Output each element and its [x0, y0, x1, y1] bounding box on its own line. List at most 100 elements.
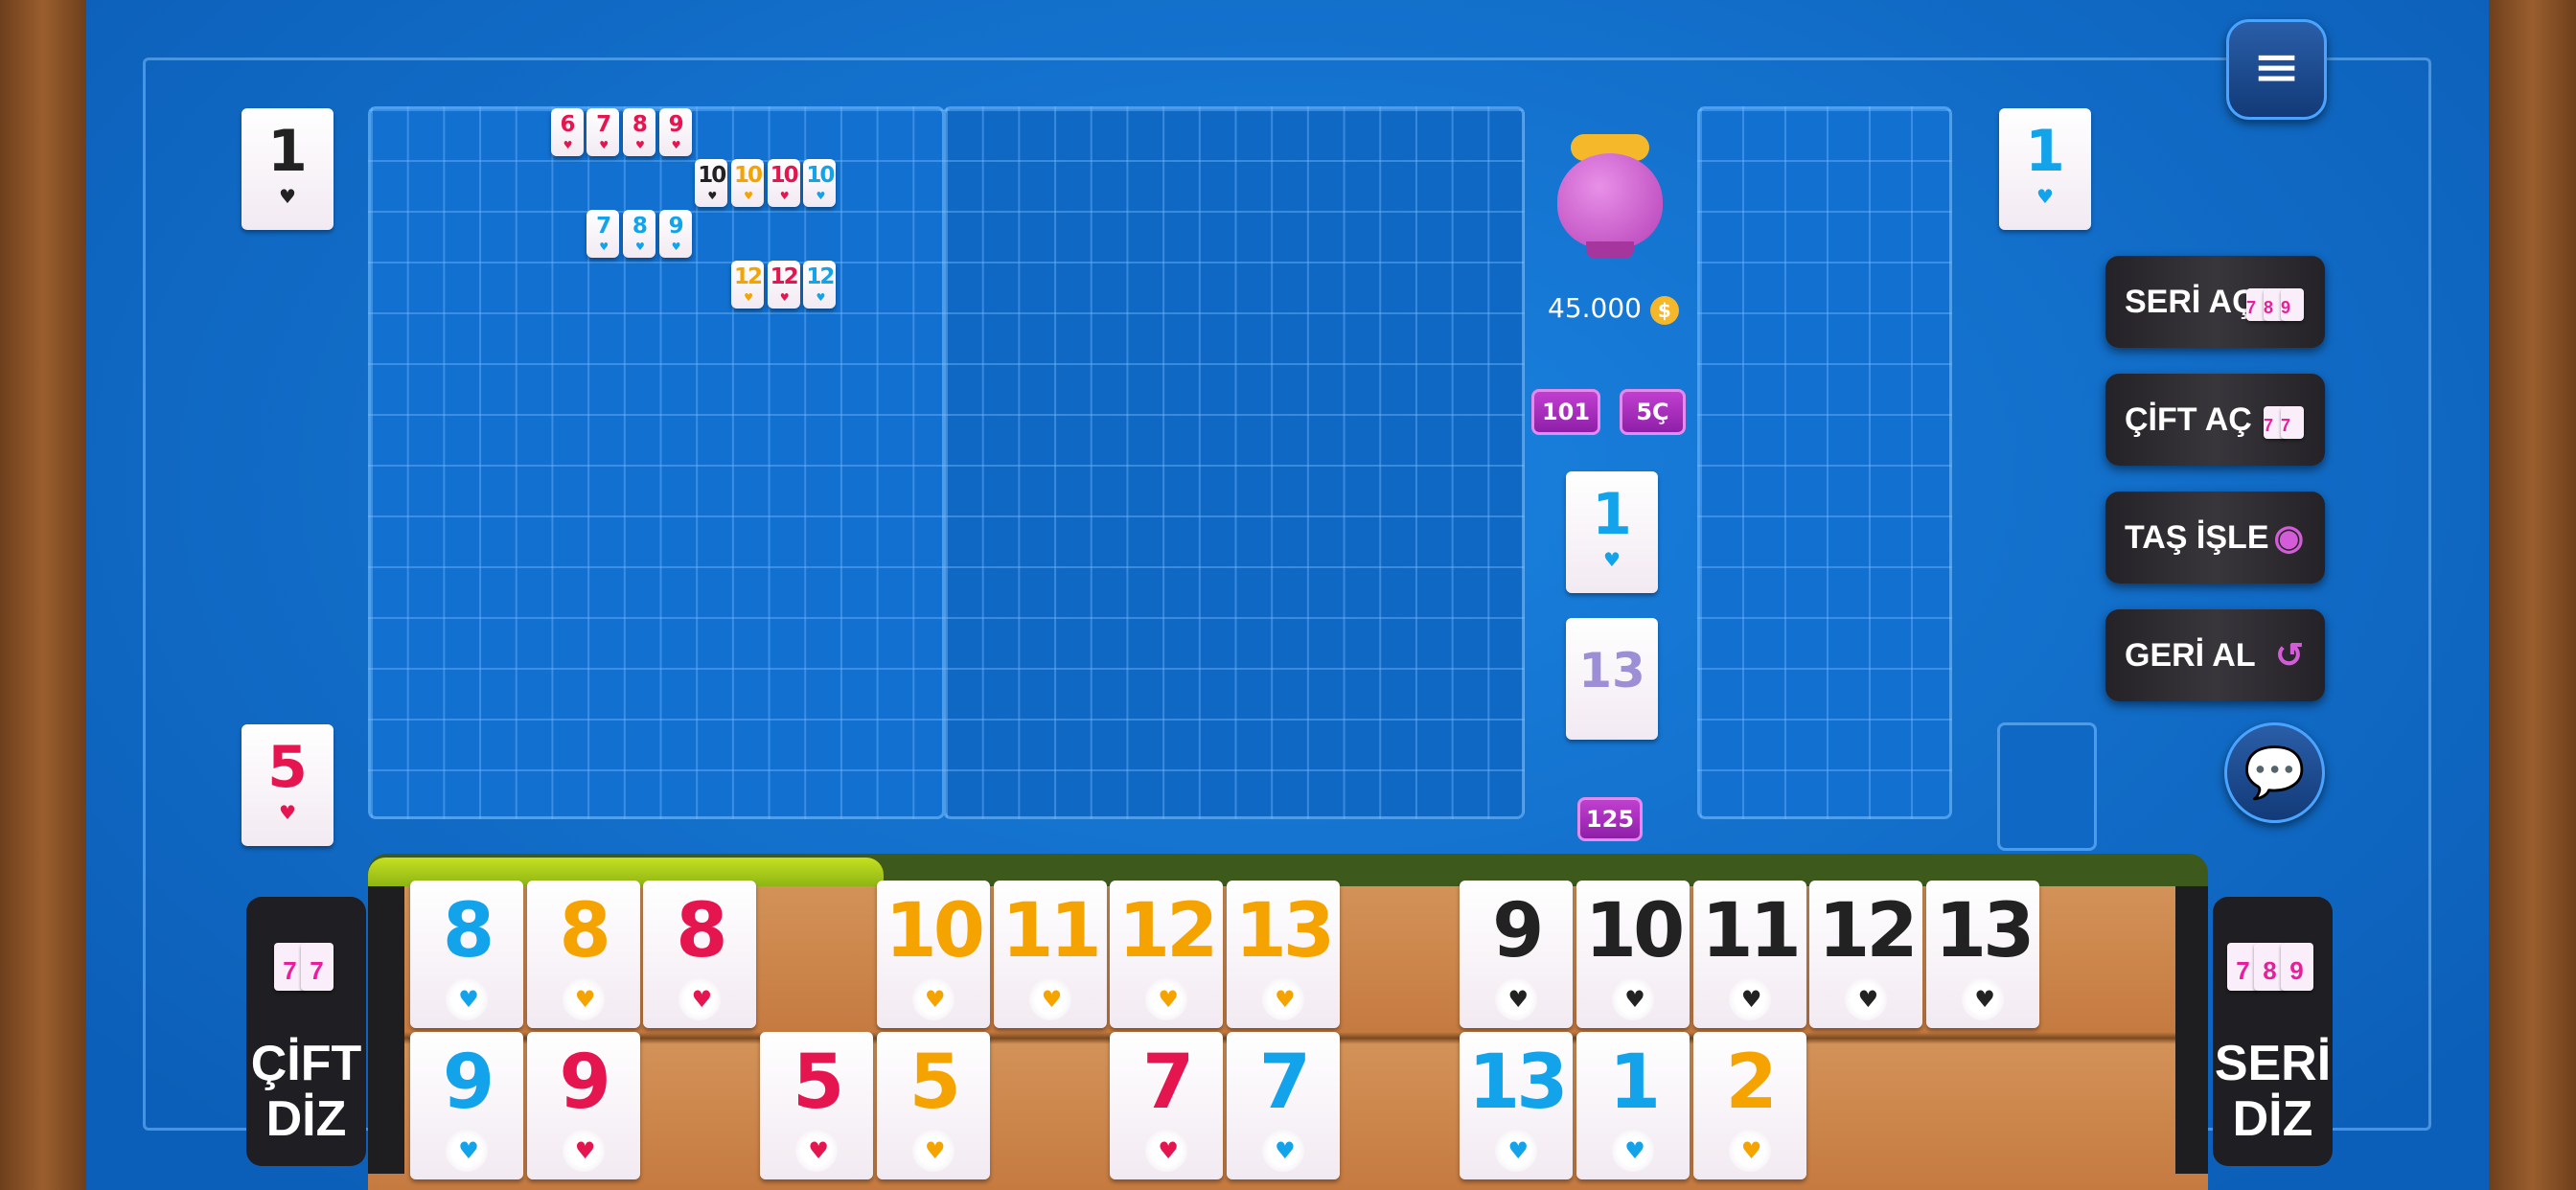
heart-icon: ♥: [816, 291, 825, 304]
tile-number: 1: [267, 118, 308, 185]
board-grid-center[interactable]: [943, 106, 1525, 819]
tile-number: 6: [560, 112, 575, 137]
board-tile[interactable]: 7 ♥: [586, 108, 620, 156]
seri-diz-button[interactable]: 789 SERİ DİZ: [2213, 897, 2333, 1166]
seri-a-button[interactable]: SERİ AÇ 7 8 9: [2105, 256, 2325, 348]
rack-tile[interactable]: 5 ♥: [876, 1032, 990, 1179]
menu-button[interactable]: ≡: [2226, 19, 2327, 120]
wood-frame-left: [0, 0, 86, 1190]
pot-amount: 45.000 $: [1548, 292, 1679, 325]
right-discard-tile[interactable]: 1 ♥: [1999, 108, 2091, 230]
tile-number: 5: [908, 1040, 961, 1126]
tile-number: 7: [596, 112, 611, 137]
left-bottom-tile[interactable]: 5 ♥: [242, 724, 334, 846]
tile-number: 8: [442, 888, 494, 974]
heart-icon: ♥: [279, 185, 296, 208]
board-tile[interactable]: 10 ♥: [767, 159, 800, 207]
tile-number: 2: [1725, 1040, 1778, 1126]
tile-number: 9: [668, 214, 684, 239]
heart-icon: ♥: [2036, 185, 2054, 208]
tile-number: 11: [1701, 888, 1802, 974]
board-tile[interactable]: 12 ♥: [767, 261, 800, 309]
rack-tile[interactable]: 1 ♥: [1576, 1032, 1690, 1179]
tile-number: 13: [1578, 643, 1645, 698]
rack-tile[interactable]: 13 ♥: [1926, 881, 2040, 1028]
rack-tile[interactable]: 13 ♥: [1226, 881, 1340, 1028]
tile-number: 11: [1001, 888, 1102, 974]
rack-tile[interactable]: 7 ♥: [1110, 1032, 1224, 1179]
rack-tile[interactable]: 12 ♥: [1110, 881, 1224, 1028]
board-tile[interactable]: 12 ♥: [803, 261, 837, 309]
rack-tile[interactable]: 11 ♥: [1692, 881, 1806, 1028]
discard-slot-empty[interactable]: [1997, 722, 2097, 851]
rack-tile[interactable]: 5 ♥: [760, 1032, 874, 1179]
pot-amount-text: 45.000: [1548, 292, 1642, 324]
chat-button[interactable]: 💬: [2224, 722, 2325, 823]
heart-icon: ♥: [563, 139, 573, 151]
tile-number: 13: [1234, 888, 1336, 974]
draw-pile-tile[interactable]: 13: [1566, 618, 1658, 740]
rack-tile[interactable]: 8 ♥: [410, 881, 523, 1028]
action-label: SERİ AÇ: [2125, 284, 2256, 320]
rack-pillar-left: [368, 886, 404, 1174]
coin-icon: $: [1649, 296, 1679, 325]
tile-number: 1: [2025, 118, 2065, 185]
tile-number: 1: [1592, 481, 1632, 548]
indicator-tile: 1 ♥: [1566, 471, 1658, 593]
rack-tile[interactable]: 8 ♥: [643, 881, 757, 1028]
board-tile[interactable]: 10 ♥: [731, 159, 764, 207]
tile-number: 8: [559, 888, 611, 974]
board-grid-left[interactable]: [368, 106, 945, 819]
rack-tile[interactable]: 10 ♥: [1576, 881, 1690, 1028]
geri-albutton[interactable]: GERİ AL ↺: [2105, 609, 2325, 701]
rack-tile[interactable]: 9 ♥: [1460, 881, 1574, 1028]
tiles-77-icon: 77: [2264, 400, 2304, 439]
heart-icon: ♥: [671, 139, 681, 151]
rack-tile[interactable]: 10 ♥: [876, 881, 990, 1028]
heart-icon: ♥: [1612, 978, 1654, 1020]
tile-number: 10: [770, 163, 799, 188]
opponent-grid-right[interactable]: [1697, 106, 1952, 819]
board-tile[interactable]: 8 ♥: [622, 210, 656, 258]
ta-i-lebutton[interactable]: TAŞ İŞLE ◉: [2105, 492, 2325, 584]
rack-tile[interactable]: 11 ♥: [993, 881, 1107, 1028]
tile-number: 10: [698, 163, 726, 188]
heart-icon: ♥: [1612, 1130, 1654, 1172]
board-tile[interactable]: 10 ♥: [803, 159, 837, 207]
rack-pillar-right: [2175, 886, 2208, 1174]
tile-number: 9: [1492, 888, 1544, 974]
-i-ft-a-button[interactable]: ÇİFT AÇ 7 7: [2105, 374, 2325, 466]
target-icon: ◉: [2273, 517, 2304, 557]
tile-number: 10: [806, 163, 835, 188]
rack-tile[interactable]: 13 ♥: [1460, 1032, 1574, 1179]
heart-icon: ♥: [562, 978, 605, 1020]
tile-number: 5: [267, 734, 308, 801]
board-tile[interactable]: 10 ♥: [695, 159, 728, 207]
heart-icon: ♥: [1728, 978, 1771, 1020]
tiles-789-icon: 789: [2246, 283, 2304, 321]
seri-diz-line2: DİZ: [2232, 1091, 2313, 1147]
board-tile[interactable]: 8 ♥: [622, 108, 656, 156]
cift-diz-button[interactable]: 77 ÇİFT DİZ: [246, 897, 366, 1166]
board-tile[interactable]: 12 ♥: [731, 261, 764, 309]
action-label: GERİ AL: [2125, 637, 2256, 674]
heart-icon: ♥: [795, 1130, 839, 1172]
rack-tile[interactable]: 7 ♥: [1226, 1032, 1340, 1179]
left-discard-tile[interactable]: 1 ♥: [242, 108, 334, 230]
board-tile[interactable]: 7 ♥: [586, 210, 620, 258]
board-tile[interactable]: 9 ♥: [658, 210, 692, 258]
tile-number: 5: [792, 1040, 844, 1126]
rack-tile[interactable]: 12 ♥: [1809, 881, 1923, 1028]
rack-tile[interactable]: 9 ♥: [526, 1032, 640, 1179]
action-label: ÇİFT AÇ: [2125, 401, 2252, 438]
heart-icon: ♥: [1261, 978, 1304, 1020]
board-tile[interactable]: 6 ♥: [550, 108, 584, 156]
rack-tile[interactable]: 9 ♥: [410, 1032, 523, 1179]
heart-icon: ♥: [634, 240, 645, 253]
board-tile[interactable]: 9 ♥: [658, 108, 692, 156]
rack-tile[interactable]: 2 ♥: [1692, 1032, 1806, 1179]
tile-number: 12: [1818, 888, 1919, 974]
tiles-789-icon: 789: [2213, 935, 2333, 991]
tile-number: 12: [1117, 888, 1219, 974]
rack-tile[interactable]: 8 ♥: [526, 881, 640, 1028]
